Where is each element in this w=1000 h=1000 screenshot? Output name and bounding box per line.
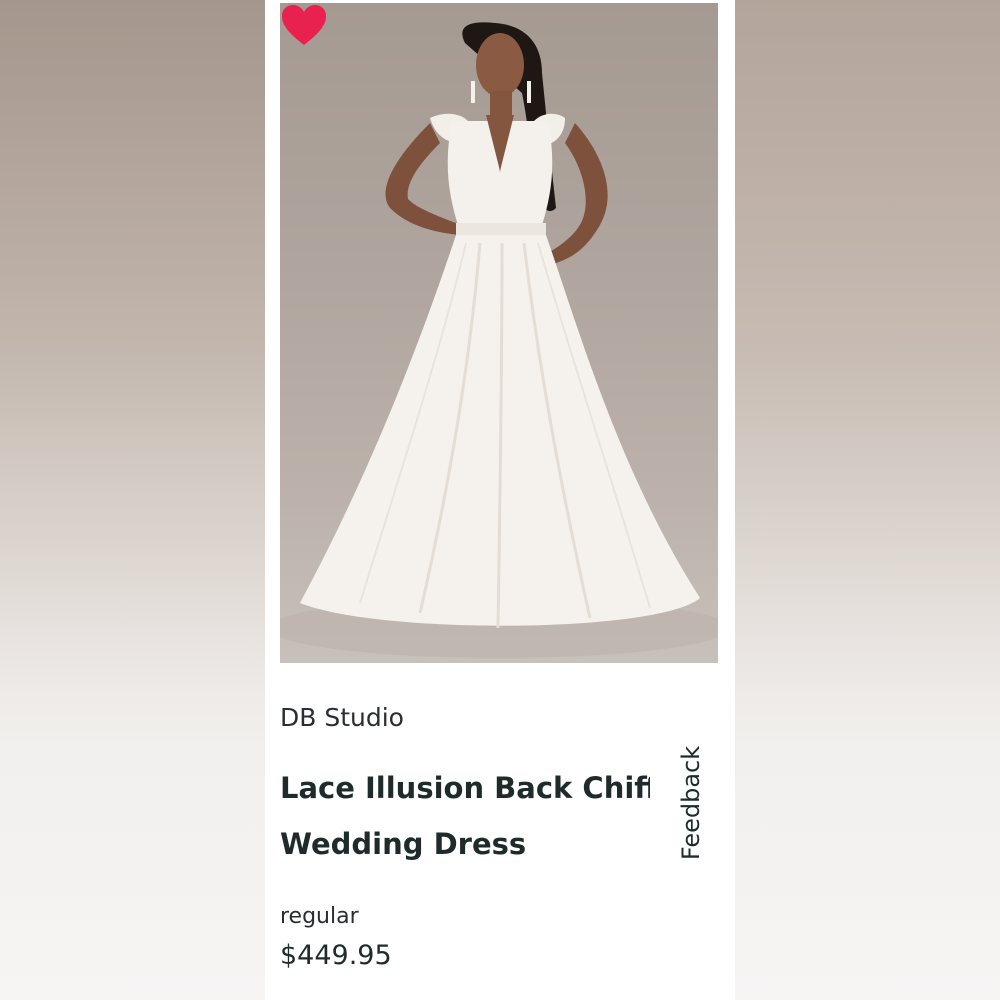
product-price: $449.95 — [280, 940, 392, 971]
product-image[interactable] — [280, 3, 718, 663]
dress-illustration — [280, 22, 718, 658]
feedback-tab[interactable]: Feedback — [671, 735, 711, 870]
background-right-blur — [735, 0, 1000, 1000]
product-card: DB Studio Lace Illusion Back Chiffon Wed… — [265, 0, 735, 1000]
feedback-label: Feedback — [677, 745, 705, 860]
brand-name[interactable]: DB Studio — [280, 703, 404, 732]
product-title-line1: Lace Illusion Back Chiffon — [280, 771, 650, 805]
background-left-blur — [0, 0, 265, 1000]
favorite-heart-icon[interactable] — [280, 3, 328, 47]
product-title-line2: Wedding Dress — [280, 827, 527, 861]
price-type-label: regular — [280, 904, 359, 929]
product-title[interactable]: Lace Illusion Back Chiffon Wedding Dress — [280, 760, 650, 872]
